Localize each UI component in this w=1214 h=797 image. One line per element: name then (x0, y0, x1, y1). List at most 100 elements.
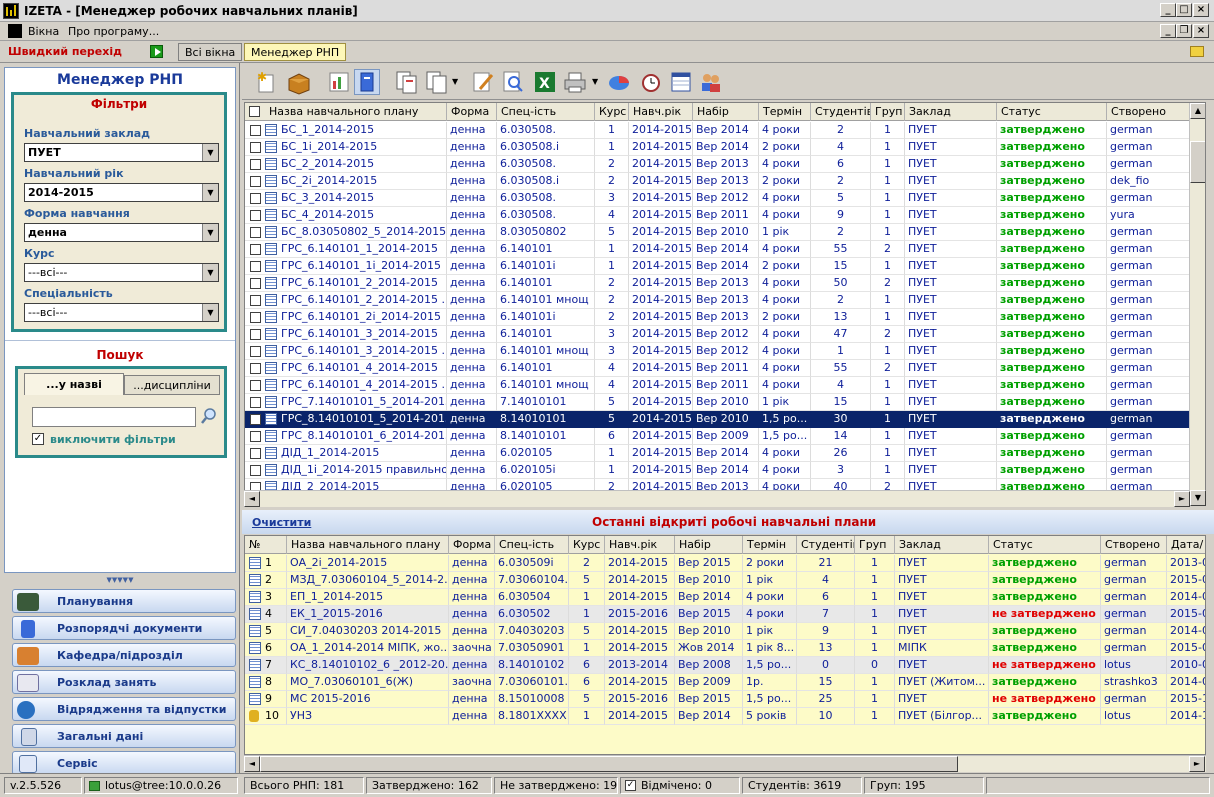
column-header[interactable]: Заклад (905, 103, 997, 121)
tab-search-discipline[interactable]: ...дисципліни (124, 375, 220, 395)
list-item[interactable]: 9 МС 2015-2016 денна 8.15010008 5 2015-2016 Ве… (245, 691, 1205, 708)
list-item[interactable]: 4 ЕК_1_2015-2016 денна 6.030502 1 2015-2016 Ве… (245, 606, 1205, 623)
open-box-icon[interactable] (286, 69, 312, 95)
table-row[interactable]: БС_2і_2014-2015 денна 6.030508.і 2 2014-2015… (245, 173, 1190, 190)
calendar-icon[interactable] (668, 69, 694, 95)
table-row[interactable]: БС_2_2014-2015 денна 6.030508. 2 2014-2015 Ве… (245, 156, 1190, 173)
row-checkbox[interactable] (250, 431, 261, 442)
row-checkbox[interactable] (250, 193, 261, 204)
table-row[interactable]: БС_3_2014-2015 денна 6.030508. 3 2014-2015 Ве… (245, 190, 1190, 207)
select-all-checkbox[interactable] (249, 106, 260, 117)
column-header[interactable]: Груп (855, 536, 895, 554)
column-header[interactable]: Спец-ість (497, 103, 595, 121)
table-row[interactable]: ГРС_8.14010101_6_2014-2015 денна 8.1401010… (245, 428, 1190, 445)
plans-horizontal-scrollbar[interactable]: ◄ ► (244, 490, 1190, 507)
table-row[interactable]: БС_8.03050802_5_2014-2015 денна 8.03050802… (245, 224, 1190, 241)
row-checkbox[interactable] (250, 312, 261, 323)
column-header[interactable]: Термін (759, 103, 811, 121)
column-header[interactable]: Набір (693, 103, 759, 121)
child-minimize-button[interactable]: _ (1160, 24, 1176, 38)
table-row[interactable]: ГРС_6.140101_2_2014-2015 ... денна 6.14010… (245, 292, 1190, 309)
table-row[interactable]: БС_1і_2014-2015 денна 6.030508.і 1 2014-2015… (245, 139, 1190, 156)
tab-rnp-manager[interactable]: Менеджер РНП (244, 43, 347, 61)
table-row[interactable]: ДІД_1_2014-2015 денна 6.020105 1 2014-2015 Ве… (245, 445, 1190, 462)
pie-chart-icon[interactable] (606, 69, 632, 95)
row-checkbox[interactable] (250, 210, 261, 221)
row-checkbox[interactable] (250, 159, 261, 170)
row-checkbox[interactable] (250, 261, 261, 272)
table-row[interactable]: ГРС_7.14010101_5_2014-2015 денна 7.1401010… (245, 394, 1190, 411)
row-checkbox[interactable] (250, 414, 261, 425)
nav-service[interactable]: Сервіс (12, 751, 236, 775)
filter-course-select[interactable]: ---всі--- ▼ (24, 263, 219, 282)
row-checkbox[interactable] (250, 448, 261, 459)
edit-chart-icon[interactable] (326, 69, 352, 95)
close-button[interactable]: × (1193, 3, 1209, 17)
table-row[interactable]: ГРС_6.140101_3_2014-2015 ... денна 6.14010… (245, 343, 1190, 360)
nav-general[interactable]: Загальні дані (12, 724, 236, 748)
table-row[interactable]: БС_1_2014-2015 денна 6.030508. 1 2014-2015 Ве… (245, 122, 1190, 139)
row-checkbox[interactable] (250, 295, 261, 306)
table-row[interactable]: ДІД_1і_2014-2015 правильно ... денна 6.020… (245, 462, 1190, 479)
document-blue-icon[interactable] (354, 69, 380, 95)
row-checkbox[interactable] (250, 397, 261, 408)
chevron-down-icon[interactable]: ▼ (202, 144, 218, 161)
row-checkbox[interactable] (250, 176, 261, 187)
table-row[interactable]: ГРС_6.140101_3_2014-2015 денна 6.140101 3 20… (245, 326, 1190, 343)
row-checkbox[interactable] (250, 244, 261, 255)
search-input[interactable] (32, 407, 196, 427)
column-header[interactable]: Створено (1107, 103, 1190, 121)
print-icon[interactable] (562, 69, 588, 95)
scroll-left-button[interactable]: ◄ (244, 756, 260, 772)
row-checkbox[interactable] (250, 346, 261, 357)
table-row[interactable]: ГРС_6.140101_4_2014-2015 денна 6.140101 4 20… (245, 360, 1190, 377)
minimize-button[interactable]: _ (1160, 3, 1176, 17)
column-header[interactable]: Набір (675, 536, 743, 554)
filter-form-select[interactable]: денна ▼ (24, 223, 219, 242)
filter-specialty-select[interactable]: ---всі--- ▼ (24, 303, 219, 322)
app-icon[interactable] (3, 3, 19, 19)
row-checkbox[interactable] (250, 142, 261, 153)
column-header[interactable]: Спец-ість (495, 536, 569, 554)
column-header[interactable]: Студентів (797, 536, 855, 554)
nav-planning[interactable]: Планування (12, 589, 236, 613)
users-icon[interactable] (698, 69, 724, 95)
list-item[interactable]: 3 ЕП_1_2014-2015 денна 6.030504 1 2014-2015 Ве… (245, 589, 1205, 606)
list-item[interactable]: 2 МЗД_7.03060104_5_2014-2... денна 7.030601… (245, 572, 1205, 589)
column-header[interactable]: Термін (743, 536, 797, 554)
column-header[interactable]: Назва навчального плану (287, 536, 449, 554)
filter-institution-select[interactable]: ПУЕТ ▼ (24, 143, 219, 162)
duplicate-icon[interactable] (424, 69, 450, 95)
table-row[interactable]: ГРС_6.140101_1_2014-2015 денна 6.140101 1 20… (245, 241, 1190, 258)
column-header[interactable]: Створено (1101, 536, 1167, 554)
list-item[interactable]: 7 КС_8.14010102_6 _2012-20... денна 8.14010… (245, 657, 1205, 674)
nav-department[interactable]: Кафедра/підрозділ (12, 643, 236, 667)
column-header[interactable]: Дата/ (1167, 536, 1205, 554)
table-row[interactable]: ГРС_6.140101_2і_2014-2015 денна 6.140101і 2… (245, 309, 1190, 326)
column-header[interactable]: Курс (595, 103, 629, 121)
clear-link[interactable]: Очистити (252, 516, 311, 529)
column-header[interactable]: Форма (447, 103, 497, 121)
table-row[interactable]: ГРС_6.140101_4_2014-2015 ... денна 6.14010… (245, 377, 1190, 394)
list-item[interactable]: 10 УНЗ денна 8.1801XXXX 1 2014-2015 Вер 2014 5 … (245, 708, 1205, 725)
menu-windows[interactable]: Вікна (28, 25, 59, 38)
chevron-down-icon[interactable]: ▼ (202, 224, 218, 241)
row-checkbox[interactable] (250, 363, 261, 374)
edit-icon[interactable] (470, 69, 496, 95)
marked-checkbox[interactable]: ✓ (625, 780, 636, 791)
child-close-button[interactable]: × (1193, 24, 1209, 38)
scroll-left-button[interactable]: ◄ (244, 491, 260, 507)
scroll-right-button[interactable]: ► (1189, 756, 1205, 772)
nav-schedule[interactable]: Розклад занять (12, 670, 236, 694)
list-item[interactable]: 8 МО_7.03060101_6(Ж) заочна 7.03060101. 6 201… (245, 674, 1205, 691)
folder-icon[interactable] (1190, 46, 1204, 57)
list-item[interactable]: 5 СИ_7.04030203 2014-2015 денна 7.04030203 5… (245, 623, 1205, 640)
table-row[interactable]: ГРС_8.14010101_5_2014-2015 денна 8.1401010… (245, 411, 1190, 428)
row-checkbox[interactable] (250, 227, 261, 238)
column-header[interactable]: Груп (871, 103, 905, 121)
tab-search-name[interactable]: ...у назві (24, 373, 124, 395)
list-item[interactable]: 1 ОА_2і_2014-2015 денна 6.030509і 2 2014-2015… (245, 555, 1205, 572)
exclude-filters-checkbox[interactable]: ✓ (32, 433, 44, 445)
mdi-icon[interactable] (8, 24, 22, 38)
chevron-down-icon[interactable]: ▼ (202, 304, 218, 321)
